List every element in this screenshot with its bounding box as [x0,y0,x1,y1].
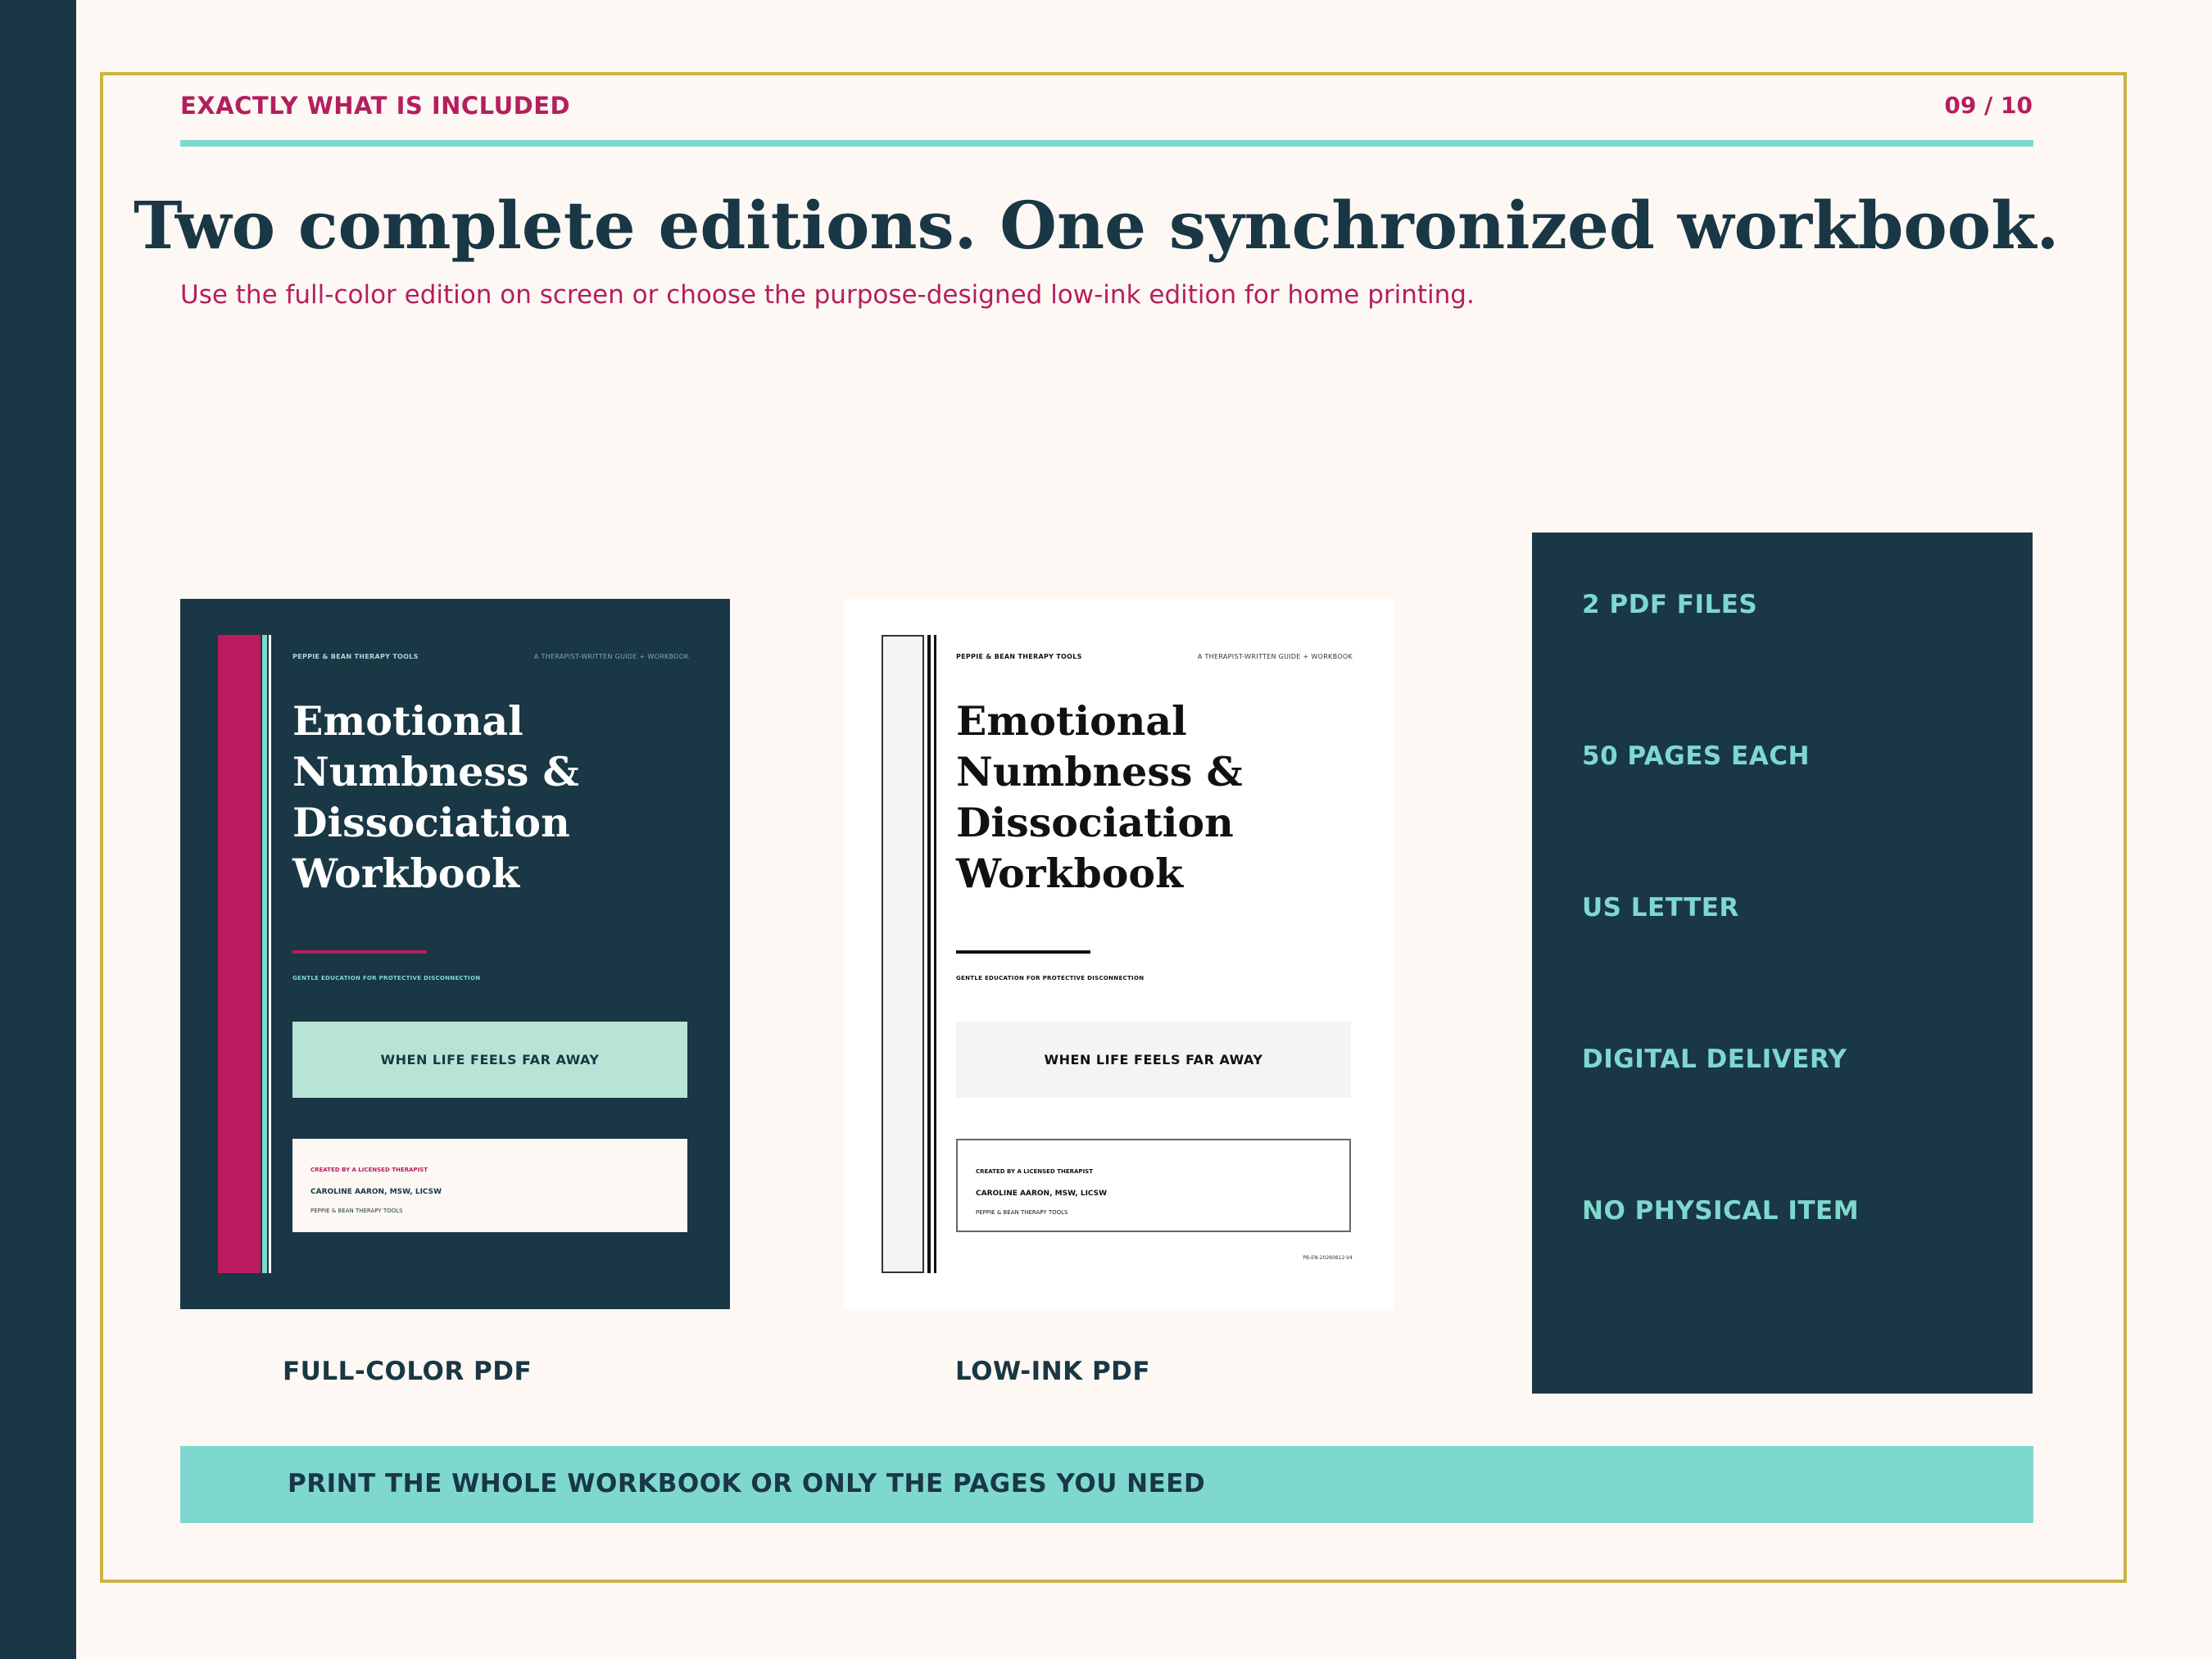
header-rule [180,140,2033,147]
spec-item: 2 PDF FILES [1582,590,1758,619]
section-label: EXACTLY WHAT IS INCLUDED [180,92,571,120]
cover-spine-stripe [927,635,931,1273]
footer-banner: PRINT THE WHOLE WORKBOOK OR ONLY THE PAG… [180,1446,2033,1523]
spec-panel: 2 PDF FILES 50 PAGES EACH US LETTER DIGI… [1532,533,2033,1394]
cover-author-heading: CREATED BY A LICENSED THERAPIST [310,1167,428,1173]
cover-author-name: CAROLINE AARON, MSW, LICSW [310,1188,442,1196]
cover-title: Emotional Numbness & Dissociation Workbo… [956,696,1243,899]
cover-author-org: PEPPIE & BEAN THERAPY TOOLS [976,1209,1068,1216]
full-color-label: FULL-COLOR PDF [283,1357,533,1386]
cover-spine-band [218,635,261,1273]
cover-banner: WHEN LIFE FEELS FAR AWAY [956,1022,1351,1098]
cover-author-org: PEPPIE & BEAN THERAPY TOOLS [310,1208,403,1214]
cover-banner: WHEN LIFE FEELS FAR AWAY [292,1022,687,1098]
spec-item: DIGITAL DELIVERY [1582,1045,1847,1074]
cover-brand: PEPPIE & BEAN THERAPY TOOLS [292,653,419,660]
cover-author-box: CREATED BY A LICENSED THERAPIST CAROLINE… [956,1139,1351,1232]
low-ink-label: LOW-INK PDF [955,1357,1151,1386]
cover-author-box: CREATED BY A LICENSED THERAPIST CAROLINE… [292,1139,687,1232]
cover-series: A THERAPIST-WRITTEN GUIDE + WORKBOOK [1197,653,1353,660]
low-ink-cover: PEPPIE & BEAN THERAPY TOOLS A THERAPIST-… [844,599,1394,1309]
cover-title-line: Numbness & [956,748,1243,796]
cover-rule [956,950,1090,954]
cover-spine-line [934,635,936,1273]
cover-spine-band [882,635,924,1273]
cover-title: Emotional Numbness & Dissociation Workbo… [292,696,579,899]
spec-item: NO PHYSICAL ITEM [1582,1196,1860,1226]
cover-series: A THERAPIST-WRITTEN GUIDE + WORKBOOK [533,653,689,660]
page-number: 09 / 10 [1944,92,2033,119]
cover-tagline: GENTLE EDUCATION FOR PROTECTIVE DISCONNE… [292,975,481,981]
cover-brand: PEPPIE & BEAN THERAPY TOOLS [956,653,1082,660]
cover-spine-stripe [262,635,267,1273]
cover-title-line: Emotional [292,697,524,745]
cover-spine-line [269,635,271,1273]
cover-title-line: Dissociation [292,799,570,846]
spec-item: 50 PAGES EACH [1582,741,1810,771]
cover-title-line: Emotional [956,697,1187,745]
cover-code: PB-EN-20260812-V4 [1303,1255,1353,1261]
spec-item: US LETTER [1582,893,1739,922]
cover-author-name: CAROLINE AARON, MSW, LICSW [976,1190,1108,1198]
left-accent-bar [0,0,76,1659]
full-color-cover: PEPPIE & BEAN THERAPY TOOLS A THERAPIST-… [180,599,730,1309]
page-title: Two complete editions. One synchronized … [134,187,2060,264]
cover-tagline: GENTLE EDUCATION FOR PROTECTIVE DISCONNE… [956,975,1145,981]
cover-title-line: Workbook [956,850,1184,897]
page-subtitle: Use the full-color edition on screen or … [180,280,1475,310]
cover-title-line: Workbook [292,850,520,897]
cover-title-line: Numbness & [292,748,579,796]
cover-rule [292,950,427,954]
footer-text: PRINT THE WHOLE WORKBOOK OR ONLY THE PAG… [288,1469,1206,1498]
cover-author-heading: CREATED BY A LICENSED THERAPIST [976,1168,1093,1175]
cover-title-line: Dissociation [956,799,1234,846]
